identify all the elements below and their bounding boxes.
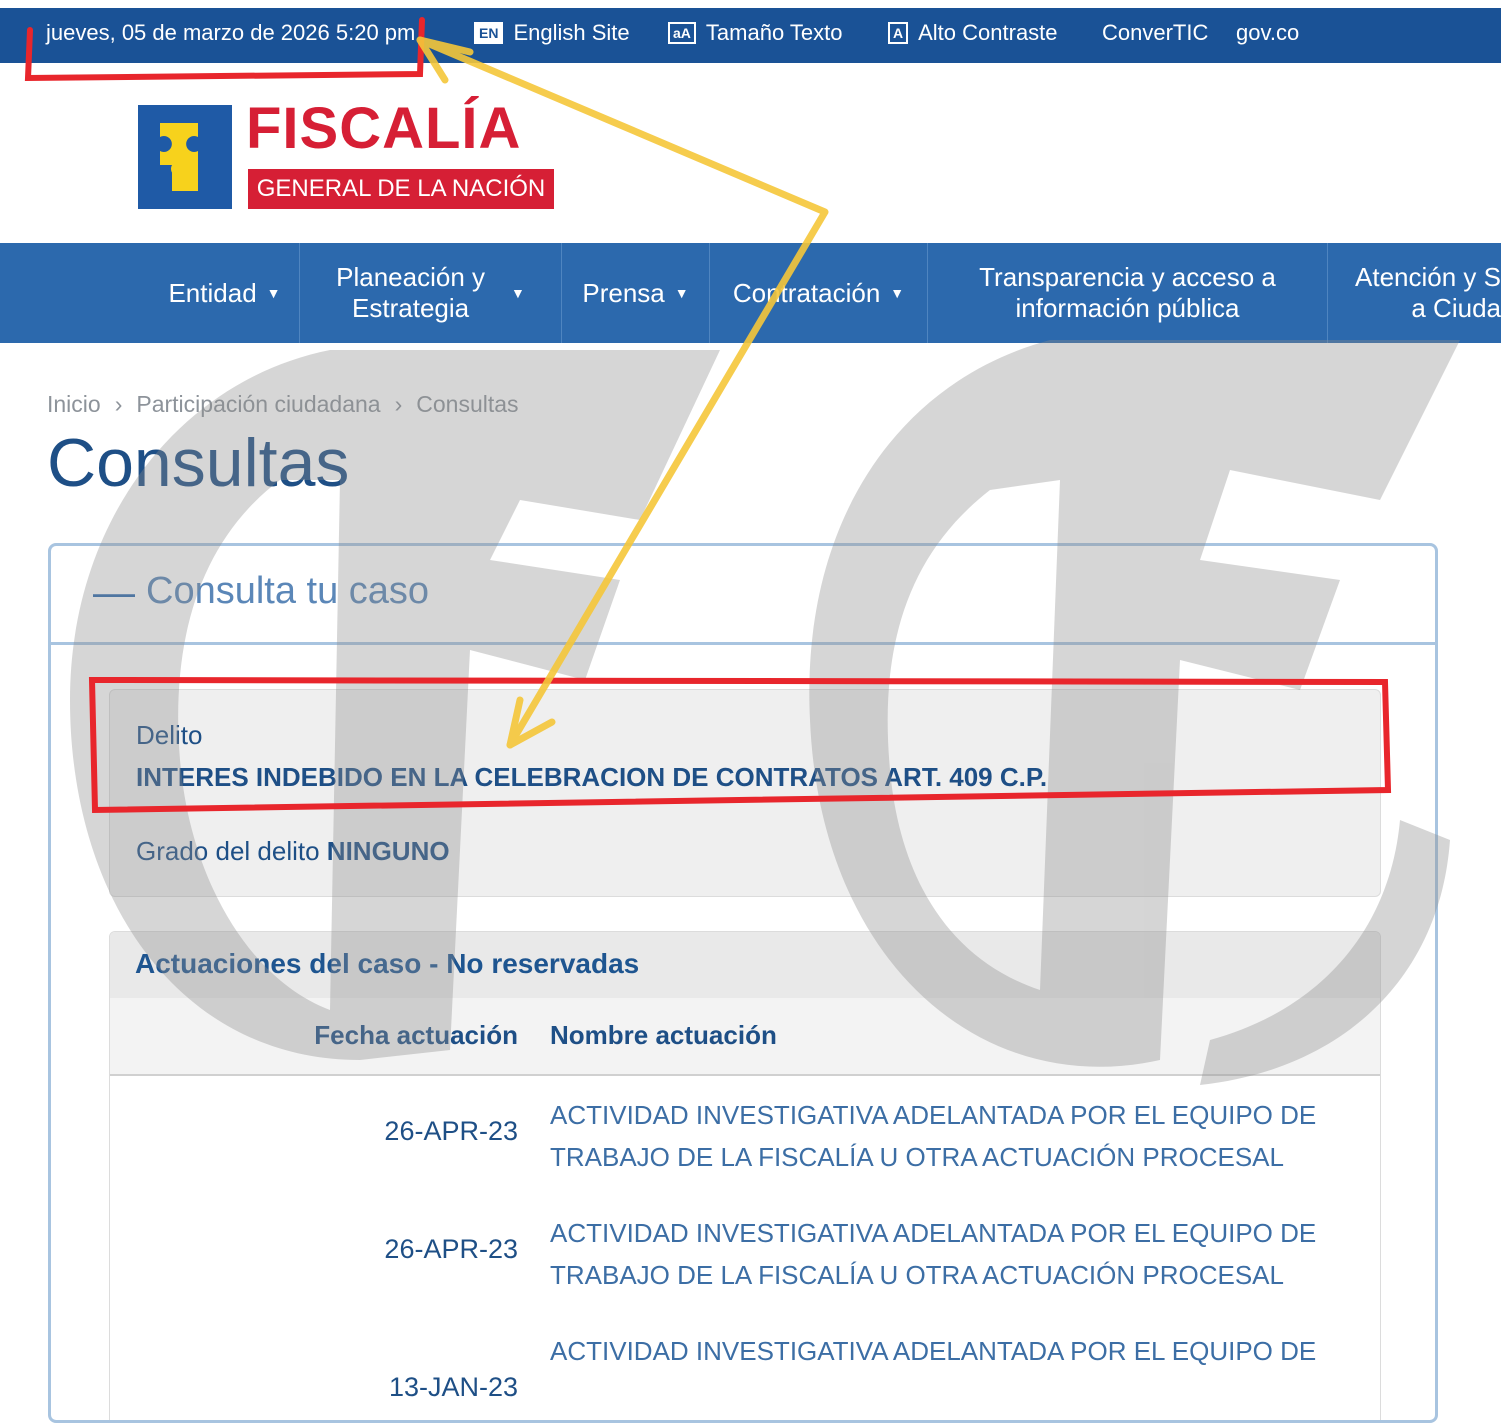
logo-emblem (138, 105, 232, 209)
row-name: ACTIVIDAD INVESTIGATIVA ADELANTADA POR E… (550, 1100, 1317, 1172)
case-info-box: Delito INTERES INDEBIDO EN LA CELEBRACIO… (109, 689, 1381, 897)
caret-down-icon: ▼ (674, 284, 689, 301)
column-header-fecha: Fecha actuación (314, 1020, 518, 1050)
nav-label-line1: Planeación y (336, 262, 486, 292)
nav-label-line1: Transparencia y acceso a (979, 262, 1276, 292)
english-site-label: English Site (513, 20, 630, 45)
nav-item-transparencia[interactable]: Transparencia y acceso a información públ… (928, 243, 1328, 343)
text-size-icon: aA (668, 22, 696, 44)
logo-title: FISCALÍA (246, 96, 522, 161)
panel-header-toggle[interactable]: — Consulta tu caso (51, 546, 1435, 645)
nav-item-planeacion[interactable]: Planeación y Estrategia ▼ (300, 243, 562, 343)
logo-subtitle: GENERAL DE LA NACIÓN (248, 169, 554, 209)
convertic-link[interactable]: ConverTIC (1102, 20, 1208, 46)
grado-line: Grado del delito NINGUNO (136, 836, 450, 867)
row-date: 13-JAN-23 (388, 1372, 518, 1402)
table-row: 26-APR-23 ACTIVIDAD INVESTIGATIVA ADELAN… (110, 1194, 1380, 1314)
nav-item-label: Prensa (582, 277, 665, 308)
page-title: Consultas (47, 425, 350, 501)
grado-value: NINGUNO (326, 836, 450, 866)
text-size-label: Tamaño Texto (705, 20, 843, 45)
grado-label: Grado del delito (136, 836, 320, 866)
high-contrast-link[interactable]: A Alto Contraste (888, 20, 1058, 46)
current-datetime: jueves, 05 de marzo de 2026 5:20 pm (46, 20, 416, 45)
puzzle-icon (160, 123, 198, 191)
english-site-link[interactable]: EN English Site (474, 20, 630, 46)
actuaciones-table: Actuaciones del caso - No reservadas Fec… (109, 931, 1381, 1420)
column-header-nombre: Nombre actuación (550, 1020, 777, 1050)
contrast-icon: A (888, 22, 909, 44)
breadcrumb-item-inicio[interactable]: Inicio (47, 391, 101, 417)
nav-label-line2: a Ciuda (1411, 293, 1501, 323)
nav-item-entidad[interactable]: Entidad ▼ (150, 243, 300, 343)
nav-label-line2: Estrategia (352, 293, 470, 323)
actuaciones-title: Actuaciones del caso - No reservadas (135, 948, 640, 979)
row-name: ACTIVIDAD INVESTIGATIVA ADELANTADA POR E… (550, 1218, 1317, 1290)
nav-item-label: Planeación y Estrategia (336, 262, 485, 324)
main-navigation: Entidad ▼ Planeación y Estrategia ▼ Prensa ▼… (0, 243, 1501, 343)
row-name: ACTIVIDAD INVESTIGATIVA ADELANTADA POR E… (550, 1336, 1317, 1366)
nav-label-line2: información pública (1015, 293, 1240, 323)
nav-item-prensa[interactable]: Prensa ▼ (562, 243, 710, 343)
nav-item-atencion[interactable]: Atención y Sa Ciuda (1328, 243, 1501, 343)
row-date: 26-APR-23 (384, 1116, 518, 1146)
table-column-headers: Fecha actuación Nombre actuación (110, 998, 1380, 1076)
actuaciones-header: Actuaciones del caso - No reservadas (110, 932, 1380, 999)
nav-item-label: Contratación (732, 277, 881, 308)
breadcrumb-separator: › (114, 391, 123, 417)
govco-link[interactable]: gov.co (1236, 20, 1299, 46)
row-date: 26-APR-23 (384, 1234, 518, 1264)
nav-item-label: Entidad (168, 277, 257, 308)
breadcrumb-item-participacion[interactable]: Participación ciudadana (136, 391, 380, 417)
top-utility-bar: jueves, 05 de marzo de 2026 5:20 pm EN E… (0, 8, 1501, 63)
delito-label: Delito (136, 720, 203, 750)
breadcrumb: Inicio › Participación ciudadana › Consultas (47, 391, 519, 418)
nav-item-label: Atención y Sa Ciuda (1328, 262, 1501, 324)
caret-down-icon: ▼ (511, 284, 525, 301)
panel-title: Consulta tu caso (146, 570, 430, 612)
nav-item-label: Transparencia y acceso a información públ… (979, 262, 1276, 324)
table-row: 13-JAN-23 ACTIVIDAD INVESTIGATIVA ADELAN… (110, 1312, 1380, 1420)
en-flag-icon: EN (474, 22, 504, 44)
caret-down-icon: ▼ (890, 284, 905, 301)
nav-item-contratacion[interactable]: Contratación ▼ (710, 243, 928, 343)
consulta-panel: — Consulta tu caso Delito INTERES INDEBI… (48, 543, 1438, 1423)
text-size-link[interactable]: aA Tamaño Texto (668, 20, 842, 46)
delito-value: INTERES INDEBIDO EN LA CELEBRACION DE CO… (136, 762, 1048, 792)
collapse-icon: — (93, 568, 135, 615)
breadcrumb-item-consultas: Consultas (416, 391, 519, 417)
high-contrast-label: Alto Contraste (918, 20, 1058, 45)
caret-down-icon: ▼ (266, 284, 281, 301)
nav-label-line1: Atención y S (1355, 262, 1501, 292)
breadcrumb-separator: › (394, 391, 403, 417)
table-row: 26-APR-23 ACTIVIDAD INVESTIGATIVA ADELAN… (110, 1076, 1380, 1196)
